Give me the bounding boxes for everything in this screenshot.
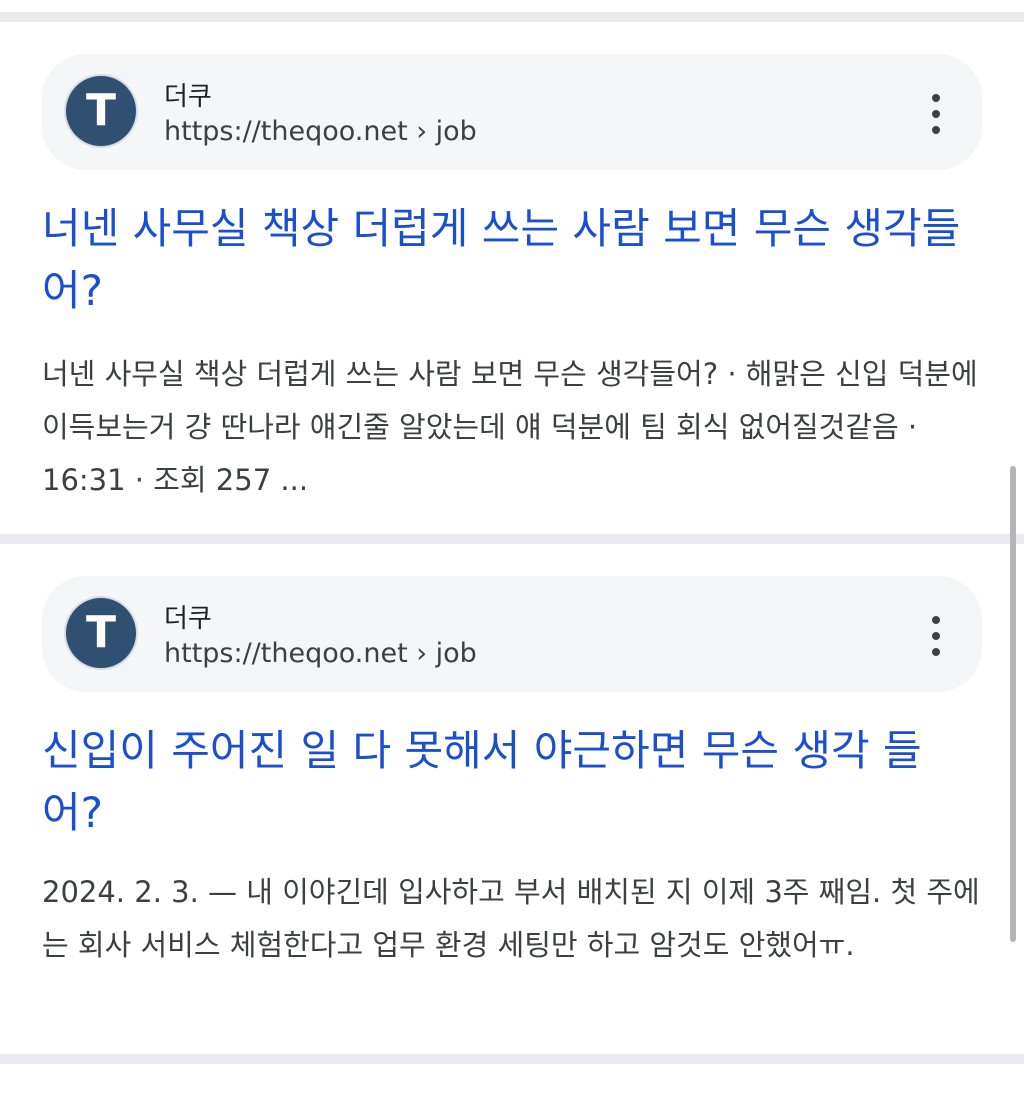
result-snippet: 너넨 사무실 책상 더럽게 쓰는 사람 보면 무슨 생각들어? · 해맑은 신입… [42,357,978,497]
result-title-link[interactable]: 너넨 사무실 책상 더럽게 쓰는 사람 보면 무슨 생각들어? [42,198,982,322]
site-url: https://theqoo.net › job [164,638,477,669]
site-name: 더쿠 [164,604,212,634]
site-favicon-icon: T [66,598,136,668]
result-divider [0,534,1024,544]
site-url: https://theqoo.net › job [164,116,477,147]
bottom-divider [0,1054,1024,1064]
result-source-row[interactable]: T 더쿠 https://theqoo.net › job [42,54,982,170]
vertical-scrollbar[interactable] [1010,466,1016,942]
top-divider [0,12,1024,22]
result-title-link[interactable]: 신입이 주어진 일 다 못해서 야근하면 무슨 생각 들어? [42,720,982,844]
site-name: 더쿠 [164,82,212,112]
more-vertical-icon[interactable] [926,616,946,656]
more-vertical-icon[interactable] [926,94,946,134]
result-snippet: 2024. 2. 3. — 내 이야긴데 입사하고 부서 배치된 지 이제 3주… [42,875,980,962]
site-favicon-icon: T [66,76,136,146]
result-source-row[interactable]: T 더쿠 https://theqoo.net › job [42,576,982,692]
